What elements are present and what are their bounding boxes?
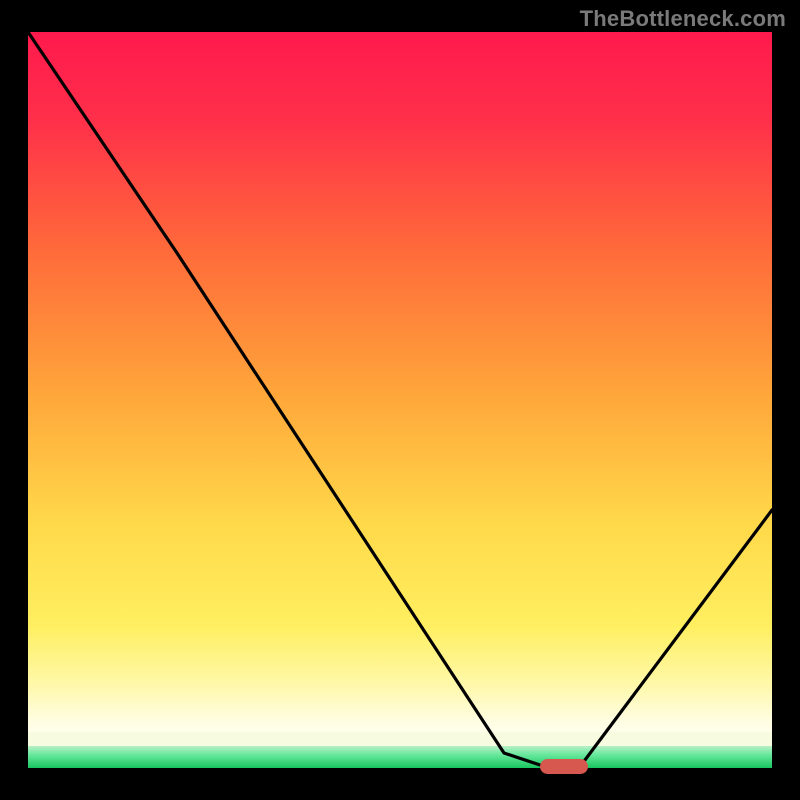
chart-frame: TheBottleneck.com [0, 0, 800, 800]
baseline [28, 768, 772, 772]
green-band [28, 746, 772, 768]
bottleneck-chart [0, 0, 800, 800]
gradient-band [28, 32, 772, 756]
watermark-text: TheBottleneck.com [580, 6, 786, 32]
pale-band [28, 732, 772, 746]
optimal-marker [540, 759, 588, 774]
